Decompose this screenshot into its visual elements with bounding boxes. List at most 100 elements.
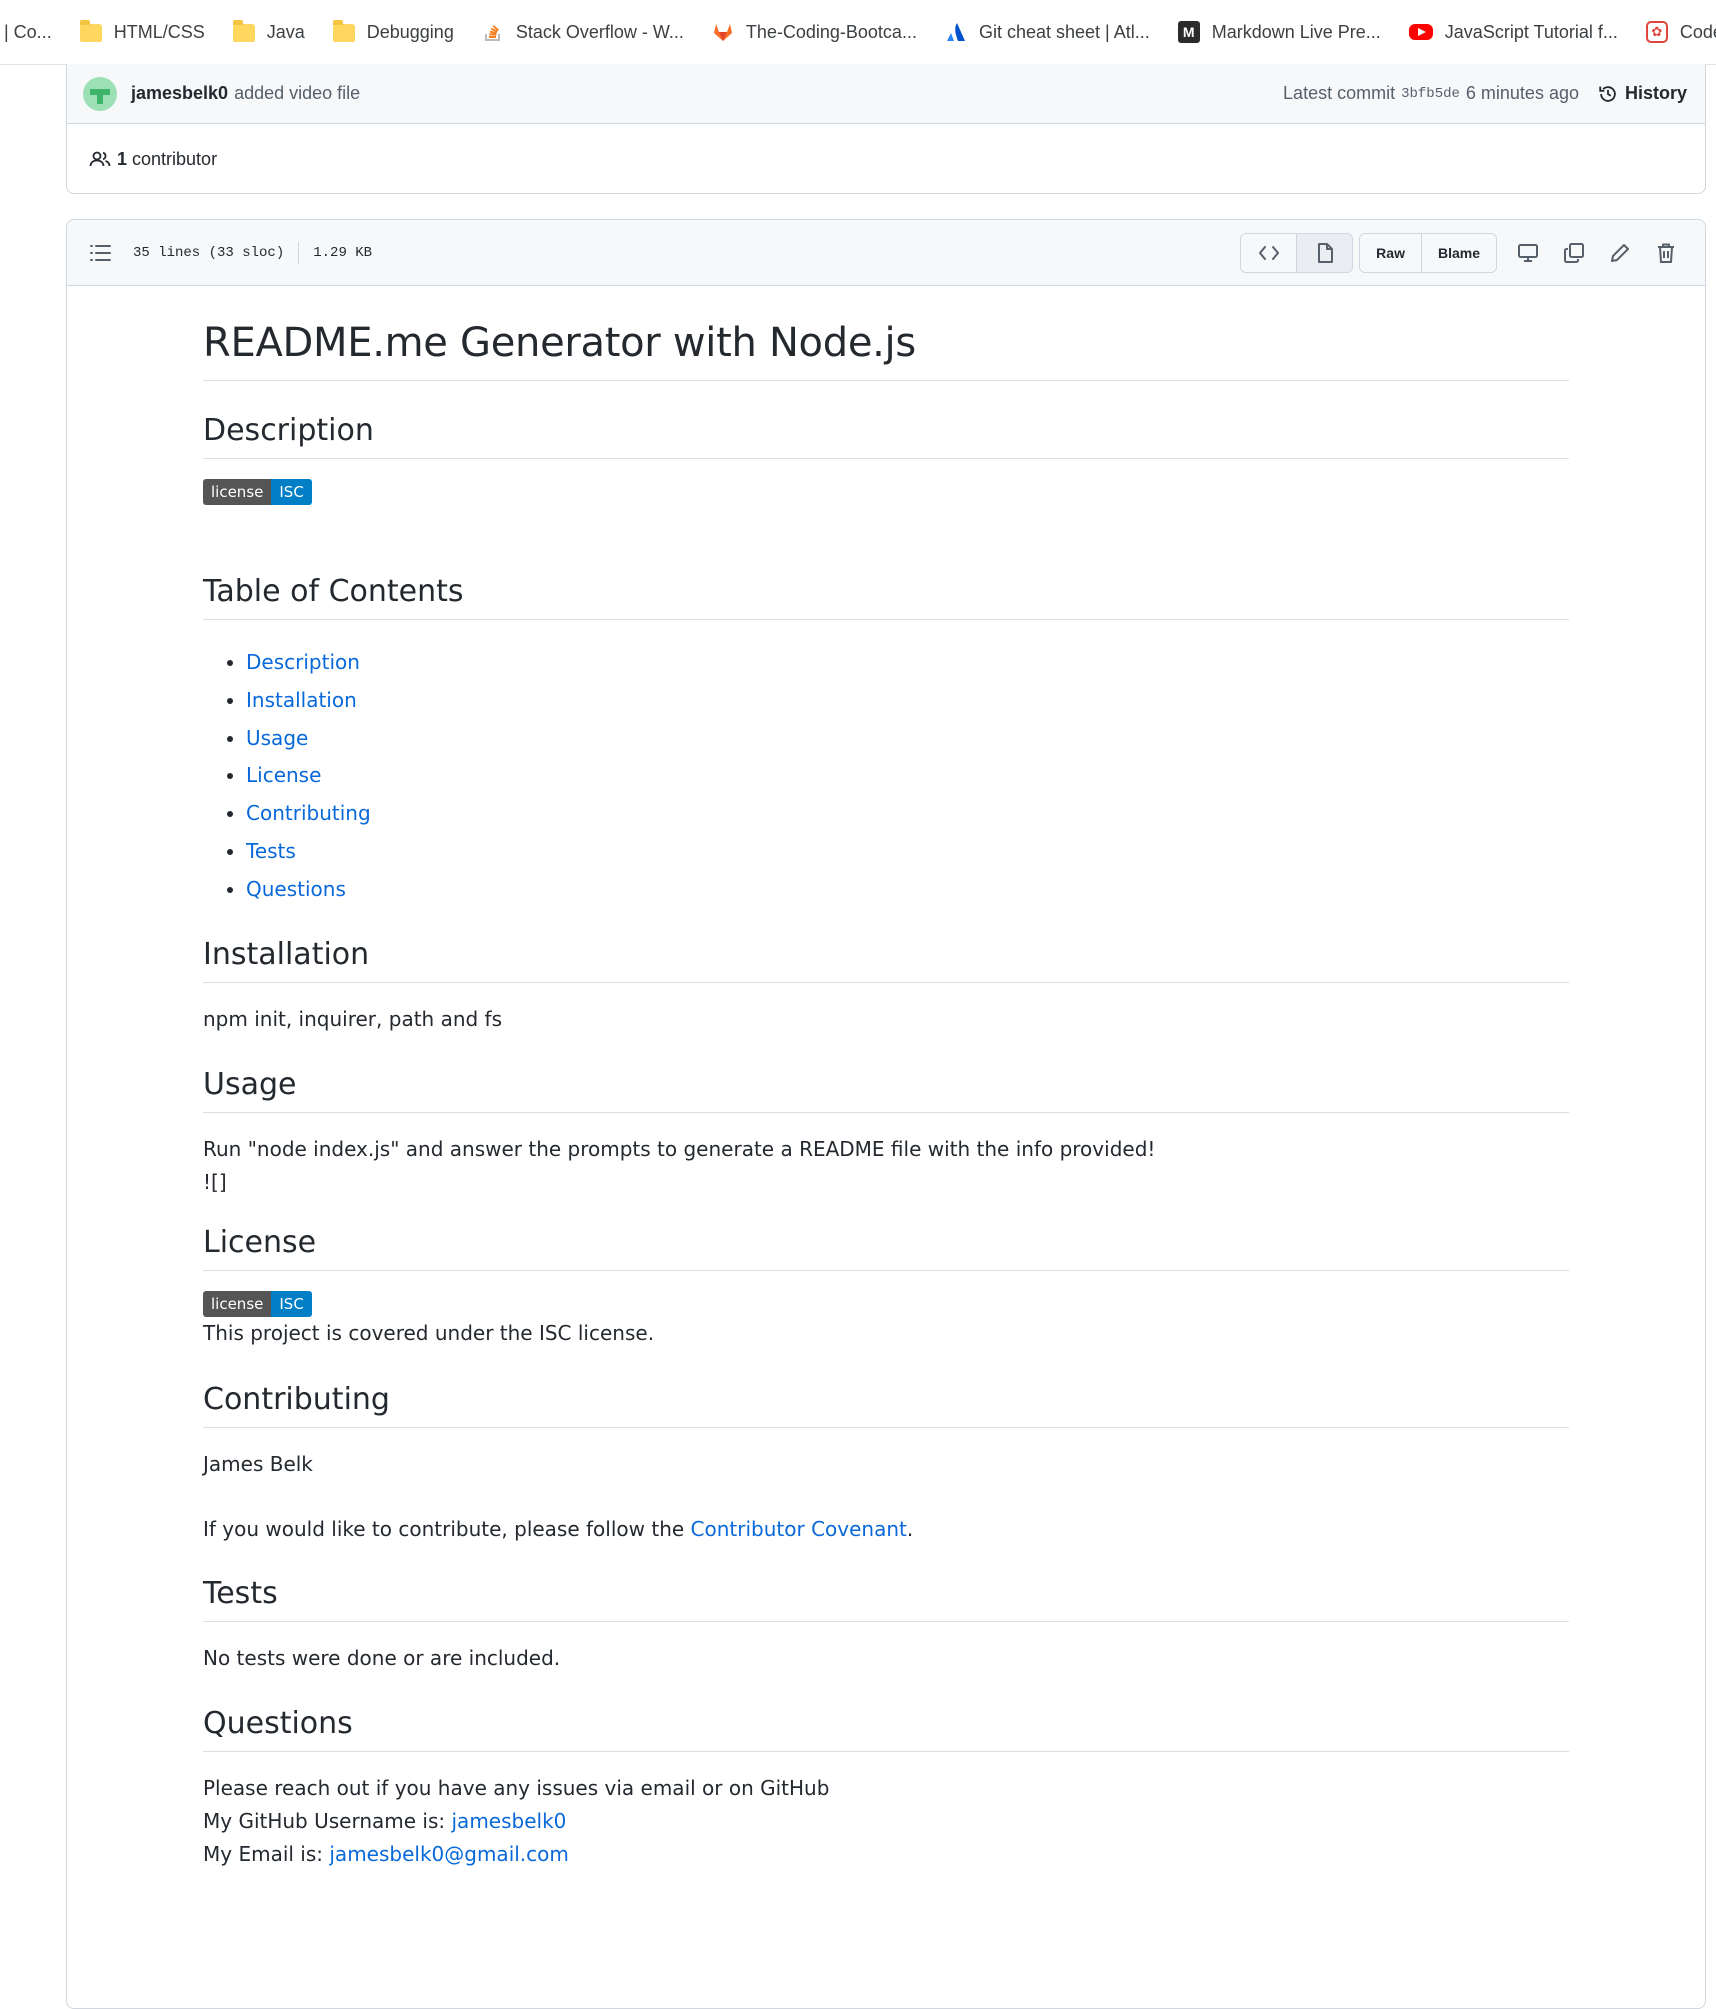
file-info: 35 lines (33 sloc) 1.29 KB [133,241,373,264]
bookmark-label: HTML/CSS [113,21,205,42]
toc-heading: Table of Contents [203,574,1569,620]
code-view-button[interactable] [1241,234,1296,272]
gitlab-icon [712,21,734,43]
bookmark-html-css[interactable]: HTML/CSS [66,0,219,64]
toc-link-installation[interactable]: Installation [246,688,357,712]
commit-author-link[interactable]: jamesbelk0 [131,83,228,104]
delete-button[interactable] [1643,234,1689,272]
raw-button[interactable]: Raw [1360,234,1421,272]
tests-heading: Tests [203,1576,1569,1622]
commit-box: jamesbelk0 added video file Latest commi… [66,64,1706,194]
toc-item: Questions [246,871,1569,909]
commit-hash-link[interactable]: 3bfb5de [1401,86,1460,102]
toc-link-contributing[interactable]: Contributing [246,801,371,825]
tests-text: No tests were done or are included. [203,1645,561,1670]
email-link[interactable]: jamesbelk0@gmail.com [329,1842,569,1866]
folder-icon [232,20,255,42]
toc-item: Description [246,644,1569,682]
bookmark-markdown-live[interactable]: M Markdown Live Pre... [1164,0,1395,64]
youtube-icon [1408,24,1433,40]
toc-link-description[interactable]: Description [246,650,360,674]
blame-button[interactable]: Blame [1420,233,1496,272]
bookmark-label: The-Coding-Bootca... [745,21,917,42]
bookmark-co[interactable]: | Co... [0,0,66,64]
commit-meta: Latest commit 3bfb5de 6 minutes ago Hist… [1283,83,1687,105]
preview-view-button[interactable] [1296,233,1353,272]
toc-item: License [246,757,1569,795]
github-line: My GitHub Username is: jamesbelk0 [203,1805,1569,1838]
bookmark-stack-overflow[interactable]: Stack Overflow - W... [468,0,698,64]
github-user-link[interactable]: jamesbelk0 [452,1809,567,1833]
contributing-text-before: If you would like to contribute, please … [203,1516,691,1541]
file-icon [1317,242,1333,263]
toc-link-usage[interactable]: Usage [246,726,308,750]
atlassian-icon [945,21,967,43]
contributing-text-after: . [906,1516,914,1541]
history-label: History [1624,83,1687,103]
contributing-text: If you would like to contribute, please … [203,1513,1569,1546]
copy-button[interactable] [1551,234,1597,272]
copy-icon [1564,242,1584,263]
readme-title: README.me Generator with Node.js [203,320,1569,381]
raw-blame-group: Raw Blame [1359,232,1497,273]
bookmark-label: Git cheat sheet | Atl... [978,21,1150,42]
badge-right-text: ISC [271,1290,312,1317]
avatar[interactable] [83,76,117,111]
folder-icon [79,20,102,42]
toc-link-questions[interactable]: Questions [246,877,346,901]
bookmark-debugging[interactable]: Debugging [319,0,468,64]
bookmarks-bar: | Co... HTML/CSS Java Debugging Stack Ov… [0,0,1716,65]
latest-commit-label: Latest commit [1283,83,1396,103]
edit-button[interactable] [1597,234,1643,272]
file-box: 35 lines (33 sloc) 1.29 KB Raw Blame REA… [66,219,1706,2009]
codewars-icon: ✿ [1645,21,1668,43]
toc-item: Usage [246,720,1569,758]
bookmark-java[interactable]: Java [219,0,319,64]
stackoverflow-icon [482,21,504,43]
bookmark-label: Debugging [366,21,454,42]
trash-icon [1658,243,1674,263]
badge-left-text: license [203,479,272,505]
usage-heading: Usage [203,1067,1569,1113]
contributor-label: contributor [132,148,218,169]
contributor-count: 1 [117,148,128,169]
commit-time: 6 minutes ago [1465,83,1579,103]
license-heading: License [203,1225,1569,1271]
contributor-covenant-link[interactable]: Contributor Covenant [691,1517,907,1541]
bookmark-coding-bootcamp[interactable]: The-Coding-Bootca... [698,0,931,64]
file-size: 1.29 KB [313,244,373,261]
badge-right-text: ISC [271,479,312,505]
github-label: My GitHub Username is: [203,1808,452,1833]
bookmark-label: Codewars [1679,21,1716,42]
people-icon [89,151,111,167]
email-label: My Email is: [203,1841,330,1866]
installation-text: npm init, inquirer, path and fs [203,1006,503,1031]
desktop-icon [1518,243,1538,262]
commit-message[interactable]: added video file [234,83,360,104]
bookmark-git-cheat-sheet[interactable]: Git cheat sheet | Atl... [931,0,1164,64]
latest-commit-row: jamesbelk0 added video file Latest commi… [67,64,1705,124]
bookmark-codewars[interactable]: ✿ Codewars [1632,0,1716,64]
file-actions: Raw Blame [1240,232,1689,273]
license-badge[interactable]: license ISC [203,1290,1569,1317]
pencil-icon [1611,243,1629,262]
history-button[interactable]: History [1597,83,1687,105]
desktop-button[interactable] [1505,234,1551,272]
history-icon [1599,85,1616,102]
outline-list-icon[interactable] [87,240,113,266]
usage-text: Run "node index.js" and answer the promp… [203,1136,1156,1161]
toc-link-license[interactable]: License [246,763,321,787]
code-icon [1258,245,1279,260]
bookmark-label: JavaScript Tutorial f... [1444,21,1618,42]
questions-heading: Questions [203,1706,1569,1752]
toc-link-tests[interactable]: Tests [246,839,296,863]
bookmark-label: | Co... [4,21,52,42]
contributors-row[interactable]: 1 contributor [67,124,1705,194]
license-badge[interactable]: license ISC [203,479,1569,505]
readme-body: README.me Generator with Node.js Descrip… [203,320,1569,1871]
bookmark-javascript-tutorial[interactable]: JavaScript Tutorial f... [1395,0,1632,64]
divider [298,241,300,264]
view-toggle [1240,232,1354,273]
bookmark-label: Markdown Live Pre... [1211,21,1381,42]
installation-heading: Installation [203,937,1569,983]
